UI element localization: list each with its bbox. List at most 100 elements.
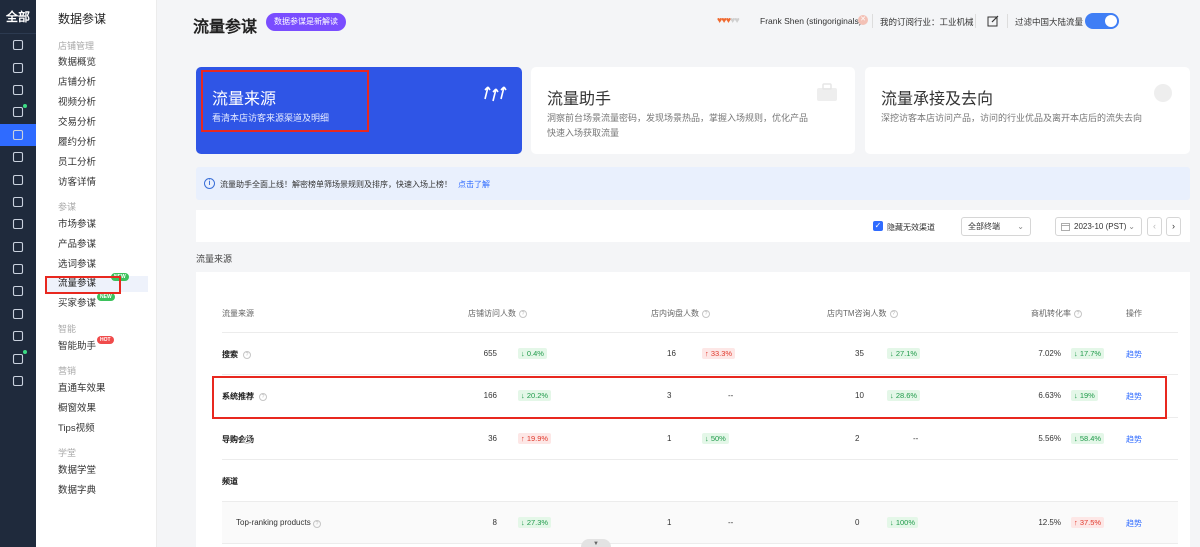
prev-month-button[interactable]: ‹ xyxy=(1147,217,1162,236)
header-action: 操作 xyxy=(1126,309,1142,318)
ticket-icon[interactable] xyxy=(0,168,36,190)
sidebar-item-overview[interactable]: 数据概览 xyxy=(58,55,96,71)
help-icon[interactable]: ? xyxy=(702,309,710,318)
bag-icon[interactable] xyxy=(0,280,36,302)
sidebar-item-fulfill-analysis[interactable]: 履约分析 xyxy=(58,135,96,151)
sidebar-item-buyer[interactable]: 买家参谋 xyxy=(58,296,96,312)
header-tm-label: 店内TM咨询人数 xyxy=(827,309,887,318)
help-icon[interactable]: ? xyxy=(259,393,267,401)
help-icon[interactable]: ? xyxy=(243,436,251,444)
sidebar-item-traffic[interactable]: 流量参谋 xyxy=(46,276,148,292)
users-icon[interactable] xyxy=(0,213,36,235)
notice-link[interactable]: 点击了解 xyxy=(458,180,490,189)
sidebar-item-dictionary[interactable]: 数据字典 xyxy=(58,483,96,499)
expand-handle[interactable]: ▼ xyxy=(581,539,611,547)
filter-cn-traffic-toggle[interactable] xyxy=(1085,13,1119,29)
conversion-value: 12.5% xyxy=(1038,518,1061,527)
close-icon[interactable]: ✕ xyxy=(858,15,868,25)
card-traffic-flow[interactable]: 流量承接及去向 深挖访客本店访问产品，访问的行业优品及离开本店后的流失去向 xyxy=(865,67,1190,154)
chart-icon[interactable] xyxy=(0,123,36,146)
broadcast-icon[interactable] xyxy=(0,146,36,168)
table-group-row: 频道 xyxy=(222,460,1178,502)
source-name: 搜索 xyxy=(222,350,238,359)
archive-icon-glyph xyxy=(12,84,24,96)
sidebar-item-market[interactable]: 市场参谋 xyxy=(58,217,96,233)
header-conversion: 商机转化率? xyxy=(1031,308,1082,319)
sidebar-item-staff-analysis[interactable]: 员工分析 xyxy=(58,155,96,171)
chart-icon-glyph xyxy=(12,129,24,140)
tm-value: 2 xyxy=(855,434,860,443)
divider xyxy=(872,14,873,28)
globe-icon xyxy=(1154,84,1172,102)
user-name[interactable]: Frank Shen (stingoriginals) xyxy=(760,16,862,26)
sidebar-item-showcase[interactable]: 橱窗效果 xyxy=(58,401,96,417)
edit-icon[interactable] xyxy=(987,15,999,27)
arrows-up-icon xyxy=(484,86,507,102)
help-icon[interactable]: ? xyxy=(313,520,321,528)
tm-value: 35 xyxy=(855,349,864,358)
archive-icon[interactable] xyxy=(0,79,36,101)
sidebar-item-keyword[interactable]: 选词参谋 xyxy=(58,257,96,273)
header: 流量参谋 数据参谋是新解读 ♥♥♥♥♥ Frank Shen (stingori… xyxy=(157,0,1200,50)
bag-icon-glyph xyxy=(12,286,24,297)
sidebar-item-trade-analysis[interactable]: 交易分析 xyxy=(58,115,96,131)
visitors-change-badge: ↓ 20.2% xyxy=(518,390,552,401)
trend-link[interactable]: 趋势 xyxy=(1126,518,1142,529)
help-icon[interactable]: ? xyxy=(243,351,251,359)
chevron-down-icon: ⌄ xyxy=(1017,222,1024,231)
sidebar-item-shop-analysis[interactable]: 店铺分析 xyxy=(58,75,96,91)
sidebar-item-product[interactable]: 产品参谋 xyxy=(58,237,96,253)
hide-invalid-label[interactable]: 隐藏无效渠道 xyxy=(887,222,935,233)
home-icon-glyph xyxy=(12,40,24,51)
truck-icon[interactable] xyxy=(0,303,36,325)
truck-icon-glyph xyxy=(12,308,24,319)
shield-icon[interactable] xyxy=(0,325,36,347)
tm-value: 0 xyxy=(855,518,860,527)
inquirers-value: 1 xyxy=(667,434,672,443)
sidebar-item-video-analysis[interactable]: 视频分析 xyxy=(58,95,96,111)
trend-link[interactable]: 趋势 xyxy=(1126,434,1142,445)
visitors-change-badge: ↓ 27.3% xyxy=(518,517,552,528)
store-icon[interactable] xyxy=(0,56,36,78)
help-icon[interactable]: ? xyxy=(519,309,527,318)
help-icon[interactable]: ? xyxy=(1074,309,1082,318)
interpretation-pill[interactable]: 数据参谋是新解读 xyxy=(266,13,346,31)
conversion-change-badge: ↓ 17.7% xyxy=(1071,348,1105,359)
inquirers-change-empty: -- xyxy=(728,518,734,527)
sidebar-item-p4p[interactable]: 直通车效果 xyxy=(58,381,106,397)
rail-all-button[interactable]: 全部 xyxy=(0,0,36,34)
sidebar-item-tips-video[interactable]: Tips视频 xyxy=(58,421,95,437)
header-visitors-label: 店铺访问人数 xyxy=(468,309,516,318)
clipboard-icon[interactable] xyxy=(0,236,36,258)
home-icon[interactable] xyxy=(0,34,36,56)
header-source: 流量来源 xyxy=(222,309,254,318)
next-month-button[interactable]: › xyxy=(1166,217,1181,236)
card-title: 流量助手 xyxy=(547,91,612,108)
terminal-select[interactable]: 全部终端 ⌄ xyxy=(961,217,1031,236)
card-traffic-assistant[interactable]: 流量助手 洞察前台场景流量密码，发现场景热品，掌握入场规则，优化产品 快速入场获… xyxy=(531,67,855,154)
inquirers-value: 1 xyxy=(667,518,672,527)
date-select[interactable]: 2023-10 (PST) ⌄ xyxy=(1055,217,1142,236)
message-icon[interactable] xyxy=(0,191,36,213)
video-icon[interactable] xyxy=(0,101,36,123)
card-traffic-source[interactable]: 流量来源 看清本店访客来源渠道及明细 xyxy=(196,67,522,154)
group-name: 频道 xyxy=(222,477,238,486)
briefcase-icon[interactable] xyxy=(0,370,36,392)
inquirers-change-badge: ↑ 33.3% xyxy=(702,348,736,359)
subscribed-industry[interactable]: 我的订阅行业：工业机械 xyxy=(880,16,974,28)
clipboard-icon-glyph xyxy=(12,241,24,252)
trend-link[interactable]: 趋势 xyxy=(1126,349,1142,360)
sidebar: 数据参谋 店铺管理 数据概览 店铺分析 视频分析 交易分析 履约分析 员工分析 … xyxy=(36,0,157,547)
hide-invalid-checkbox[interactable]: ✓ xyxy=(873,221,883,231)
sidebar-item-assistant[interactable]: 智能助手 xyxy=(58,339,96,355)
globe-icon[interactable] xyxy=(0,258,36,280)
traffic-source-table: 流量来源 店铺访问人数? 店内询盘人数? 店内TM咨询人数? 商机转化率? 操作… xyxy=(196,272,1190,547)
trend-link[interactable]: 趋势 xyxy=(1126,391,1142,402)
source-name: 系统推荐 xyxy=(222,392,254,401)
sidebar-title: 数据参谋 xyxy=(58,12,107,26)
plant-icon-glyph xyxy=(12,353,24,364)
help-icon[interactable]: ? xyxy=(889,309,898,318)
sidebar-item-study-hall[interactable]: 数据学堂 xyxy=(58,463,96,479)
plant-icon[interactable] xyxy=(0,347,36,369)
sidebar-item-visitor-detail[interactable]: 访客详情 xyxy=(58,175,96,191)
